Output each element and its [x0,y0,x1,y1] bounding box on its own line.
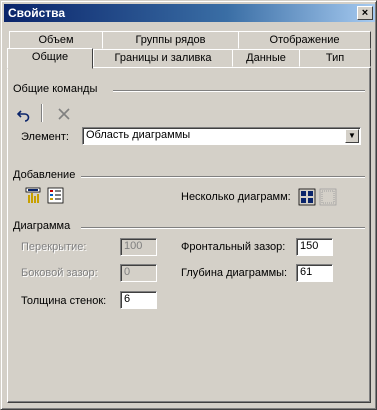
close-button[interactable]: × [357,6,373,20]
delete-icon[interactable] [55,105,73,123]
tab-data[interactable]: Данные [232,49,300,67]
multiple-charts-label: Несколько диаграмм: [181,191,291,203]
front-gap-field[interactable]: 150 [296,238,333,256]
side-gap-field: 0 [120,264,157,282]
undo-icon[interactable] [15,105,33,123]
tab-volume[interactable]: Объем [9,31,103,49]
multiple-charts-icon[interactable] [298,188,316,206]
chart-depth-field[interactable]: 61 [296,264,333,282]
chart-depth-label: Глубина диаграммы: [181,267,288,279]
wall-thickness-label: Толщина стенок: [21,295,107,307]
wall-thickness-field[interactable]: 6 [120,291,157,309]
side-gap-label: Боковой зазор: [21,267,98,279]
toolbar-divider [41,104,43,122]
window-title: Свойства [8,6,66,20]
properties-window: Свойства × Объем Группы рядов Отображени… [0,0,377,410]
tab-type[interactable]: Тип [299,49,371,67]
tab-borders-fill[interactable]: Границы и заливка [93,49,233,67]
general-commands-header: Общие команды [13,83,98,95]
overlap-label: Перекрытие: [21,241,87,253]
single-chart-icon[interactable] [319,188,337,206]
title-bar[interactable]: Свойства × [4,4,375,22]
chevron-down-icon[interactable]: ▼ [345,129,359,143]
element-value: Область диаграммы [86,129,191,141]
separator [113,90,365,92]
element-label: Элемент: [21,131,69,143]
chart-header: Диаграмма [13,220,71,232]
add-data-table-icon[interactable] [47,187,65,205]
overlap-field: 100 [120,238,157,256]
tab-general[interactable]: Общие [7,48,93,69]
element-combobox[interactable]: Область диаграммы ▼ [82,127,361,145]
tab-series-groups[interactable]: Группы рядов [102,31,239,49]
add-header: Добавление [13,169,76,181]
front-gap-label: Фронтальный зазор: [181,241,286,253]
add-legend-icon[interactable] [25,187,43,205]
separator [81,176,365,178]
separator [81,227,365,229]
tab-display[interactable]: Отображение [238,31,371,49]
